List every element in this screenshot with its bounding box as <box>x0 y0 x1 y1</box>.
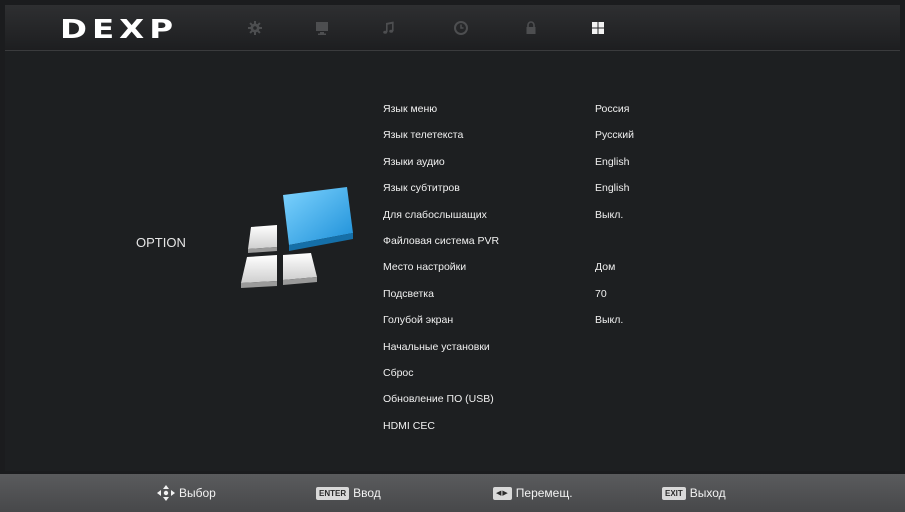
exit-key-badge: EXIT <box>662 486 686 500</box>
left-right-arrows-icon: ◀▶ <box>493 486 512 500</box>
menu-item-value: Выкл. <box>595 208 624 221</box>
menu-item[interactable]: Сброс <box>383 365 683 381</box>
menu-item-value: English <box>595 182 630 195</box>
menu-item[interactable]: Подсветка 70 <box>383 286 683 302</box>
menu-item-label: Голубой экран <box>383 314 454 327</box>
menu-item[interactable]: HDMI CEC <box>383 418 683 434</box>
menu-item-value: English <box>595 155 630 168</box>
menu-item-value: 70 <box>595 287 607 300</box>
page-title: OPTION <box>136 235 186 250</box>
menu-item-label: Язык меню <box>383 103 438 115</box>
tv-osd-screen: DEXP OPTION Язык меню Россия Язык телете… <box>0 0 905 512</box>
menu-item[interactable]: Файловая система PVR <box>383 233 683 249</box>
lock-icon[interactable] <box>523 20 539 36</box>
menu-item[interactable]: Обновление ПО (USB) <box>383 391 683 407</box>
select-hint: Выбор <box>157 485 216 501</box>
enter-key-badge: ENTER <box>316 486 350 500</box>
menu-item-label: Сброс <box>383 367 414 379</box>
exit-hint: EXIT Выход <box>662 485 726 501</box>
menu-item[interactable]: Место настройки Дом <box>383 259 683 275</box>
move-hint-label: Перемещ. <box>515 486 573 500</box>
exit-hint-label: Выход <box>689 486 726 500</box>
menu-item[interactable]: Язык меню Россия <box>383 101 683 117</box>
music-note-icon[interactable] <box>381 20 397 36</box>
menu-item-value: Выкл. <box>595 314 624 327</box>
gear-icon[interactable] <box>247 20 263 36</box>
menu-item[interactable]: Язык субтитров English <box>383 180 683 196</box>
grid-icon[interactable] <box>590 20 606 36</box>
menu-item-label: Начальные установки <box>383 340 490 353</box>
menu-item-label: HDMI CEC <box>383 419 435 432</box>
dpad-arrows-icon <box>157 485 175 501</box>
menu-item[interactable]: Голубой экран Выкл. <box>383 312 683 328</box>
menu-item-label: Языки аудио <box>383 155 445 168</box>
menu-item-value: Россия <box>595 103 630 115</box>
monitor-icon[interactable] <box>314 20 330 36</box>
top-bar: DEXP <box>5 5 900 51</box>
select-hint-label: Выбор <box>179 486 216 500</box>
bottom-hint-bar: Выбор ENTER Ввод ◀▶ Перемещ. EXIT Выход <box>0 474 905 512</box>
clock-icon[interactable] <box>453 20 469 36</box>
menu-item-label: Файловая система PVR <box>383 235 500 247</box>
menu-item[interactable]: Язык телетекста Русский <box>383 127 683 143</box>
menu-item-label: Для слабослышащих <box>383 208 487 221</box>
option-blocks-icon <box>241 187 353 288</box>
menu-item-value: Русский <box>595 129 634 142</box>
enter-hint-label: Ввод <box>353 486 381 500</box>
menu-item-label: Язык телетекста <box>383 129 464 142</box>
menu-item[interactable]: Языки аудио English <box>383 154 683 170</box>
dexp-logo: DEXP <box>60 15 179 45</box>
option-menu-panel: OPTION Язык меню Россия Язык телетекста … <box>5 51 900 471</box>
menu-item-label: Язык субтитров <box>383 182 460 195</box>
menu-item[interactable]: Начальные установки <box>383 339 683 355</box>
menu-item-label: Обновление ПО (USB) <box>383 393 494 406</box>
enter-hint: ENTER Ввод <box>316 485 381 501</box>
menu-item[interactable]: Для слабослышащих Выкл. <box>383 207 683 223</box>
menu-item-label: Подсветка <box>383 287 434 300</box>
menu-item-value: Дом <box>595 261 616 274</box>
move-hint: ◀▶ Перемещ. <box>493 485 573 501</box>
menu-item-label: Место настройки <box>383 261 467 274</box>
